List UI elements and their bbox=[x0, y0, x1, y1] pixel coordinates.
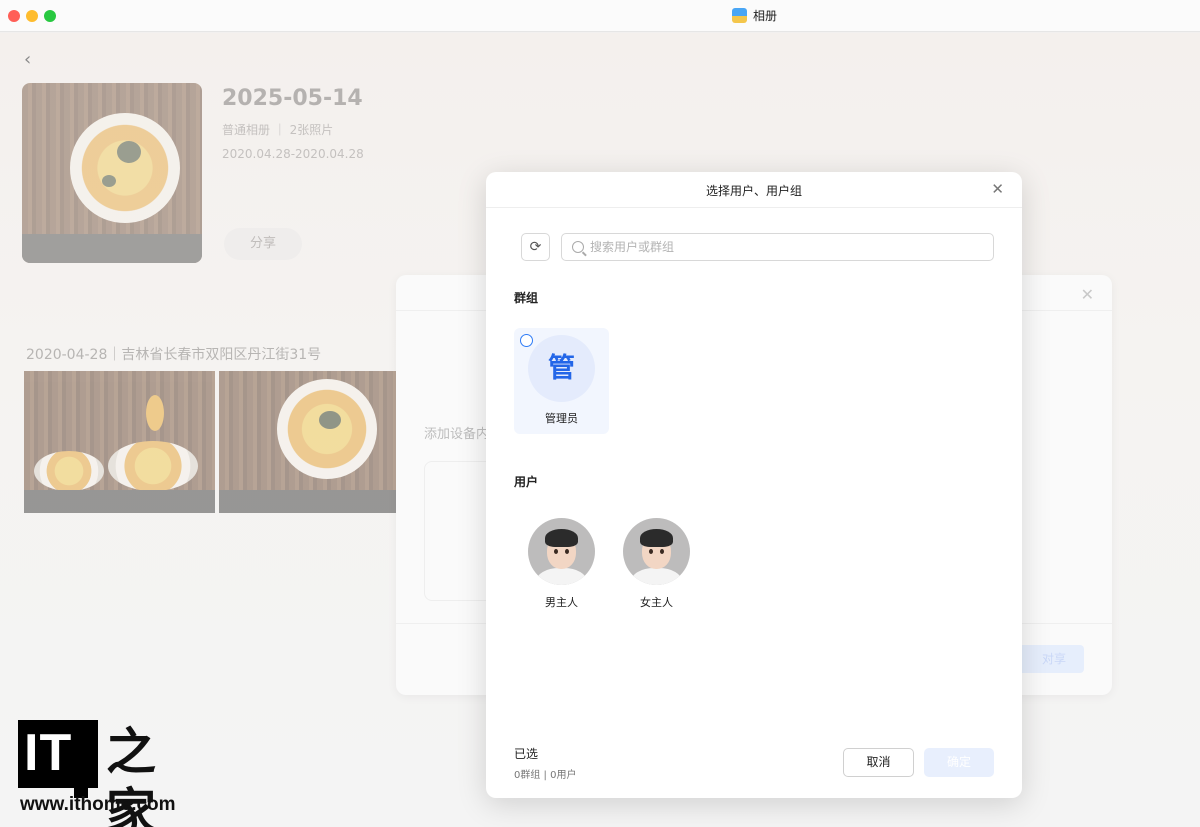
dialog-header: 选择用户、用户组 ✕ bbox=[486, 172, 1022, 208]
ithome-url: www.ithome.com bbox=[20, 794, 176, 815]
close-icon[interactable]: ✕ bbox=[1081, 285, 1094, 304]
window-title: 相册 bbox=[732, 7, 777, 24]
user-item-male-host[interactable]: 男主人 bbox=[514, 512, 609, 618]
ithome-logo: IT bbox=[18, 720, 98, 788]
search-box[interactable] bbox=[561, 233, 994, 261]
refresh-icon: ⟳ bbox=[529, 239, 542, 255]
food-photo-2[interactable] bbox=[219, 371, 397, 513]
album-meta: 普通相册 ｜ 2张照片 bbox=[222, 123, 334, 137]
album-title: 2025-05-14 bbox=[222, 86, 363, 111]
window-title-text: 相册 bbox=[753, 9, 778, 23]
search-icon bbox=[572, 241, 584, 253]
avatar bbox=[528, 518, 595, 585]
user-item-female-host[interactable]: 女主人 bbox=[609, 512, 704, 618]
group-radio[interactable] bbox=[520, 334, 533, 347]
minimize-window-button[interactable] bbox=[26, 10, 38, 22]
user-name: 男主人 bbox=[545, 596, 578, 609]
selected-title: 已选 bbox=[514, 747, 539, 761]
ithome-logo-text: IT bbox=[24, 724, 73, 782]
refresh-button[interactable]: ⟳ bbox=[521, 233, 550, 261]
album-cover bbox=[22, 83, 202, 263]
group-item-admin[interactable]: 管 管理员 bbox=[514, 328, 609, 434]
avatar bbox=[623, 518, 690, 585]
back-chevron-icon[interactable]: ‹ bbox=[24, 50, 44, 70]
close-window-button[interactable] bbox=[8, 10, 20, 22]
timeline-date-header: 2020-04-28｜吉林省长春市双阳区丹江街31号 bbox=[26, 347, 322, 363]
food-photo-1[interactable] bbox=[24, 371, 215, 513]
ithome-watermark: IT 之家 www.ithome.com bbox=[18, 720, 188, 827]
users-section-label: 用户 bbox=[514, 475, 539, 489]
cancel-button[interactable]: 取消 bbox=[843, 748, 914, 777]
photos-app-icon bbox=[732, 8, 747, 23]
share-button[interactable]: 分享 bbox=[224, 228, 302, 260]
search-input[interactable] bbox=[590, 240, 970, 254]
dialog-title: 选择用户、用户组 bbox=[705, 184, 802, 198]
zoom-window-button[interactable] bbox=[44, 10, 56, 22]
group-avatar: 管 bbox=[528, 335, 595, 402]
group-name: 管理员 bbox=[545, 412, 578, 425]
close-icon[interactable]: ✕ bbox=[991, 180, 1004, 198]
window-titlebar: 相册 bbox=[0, 0, 1200, 32]
album-date-range: 2020.04.28-2020.04.28 bbox=[222, 147, 364, 161]
add-device-label: 添加设备内 bbox=[424, 427, 490, 442]
select-users-dialog: 选择用户、用户组 ✕ ⟳ 群组 管 管理员 用户 男主人 女主人 已选 0 bbox=[486, 172, 1022, 798]
user-name: 女主人 bbox=[640, 596, 673, 609]
confirm-button[interactable]: 确定 bbox=[924, 748, 994, 777]
selected-count: 0群组 | 0用户 bbox=[514, 770, 577, 781]
groups-section-label: 群组 bbox=[514, 291, 539, 305]
